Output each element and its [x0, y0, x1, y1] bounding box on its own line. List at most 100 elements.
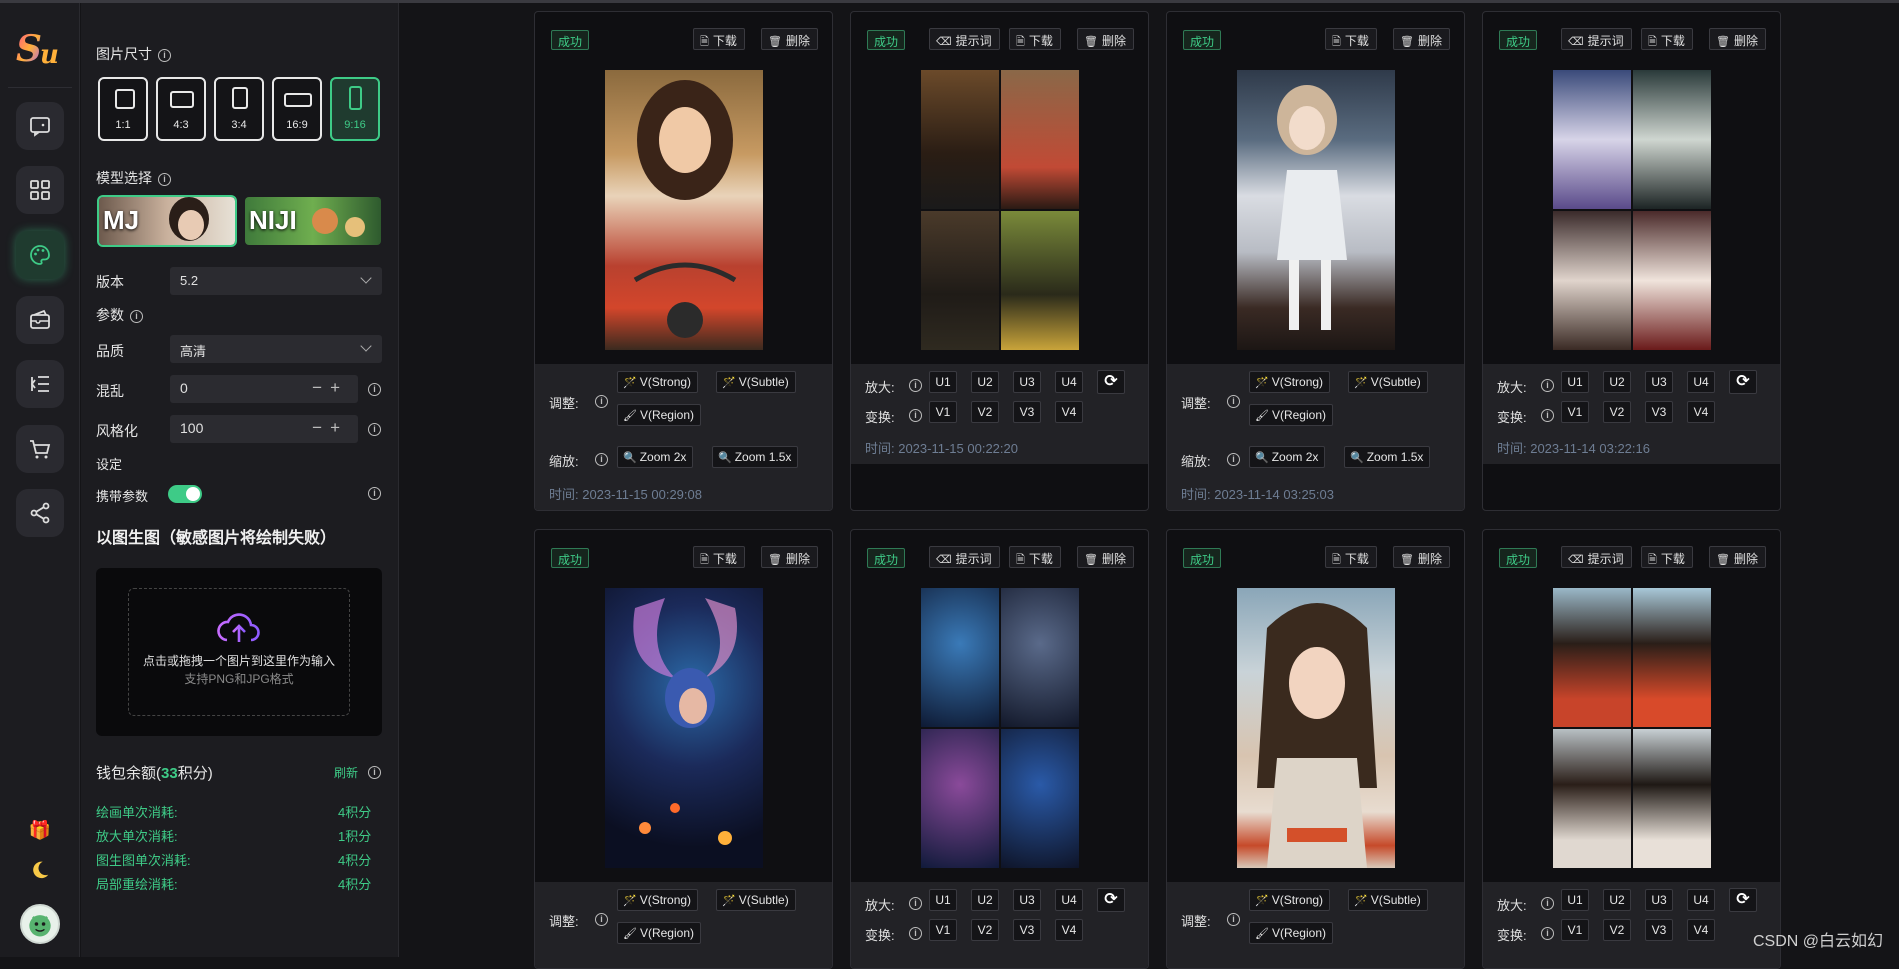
info-icon[interactable]: i — [1541, 927, 1554, 940]
reroll-button[interactable]: ⟳ — [1729, 370, 1757, 394]
v-subtle-button[interactable]: 🪄 V(Subtle) — [1348, 371, 1428, 393]
delete-button[interactable]: 🗑 删除 — [1709, 28, 1766, 50]
generated-image[interactable] — [605, 588, 763, 868]
u3-button[interactable]: U3 — [1645, 889, 1673, 911]
delete-button[interactable]: 🗑 删除 — [1393, 28, 1450, 50]
info-icon[interactable]: i — [158, 172, 171, 186]
v-region-button[interactable]: 🖌 V(Region) — [617, 922, 701, 944]
u4-button[interactable]: U4 — [1055, 889, 1083, 911]
model-niji-card[interactable]: NIJI — [245, 197, 381, 245]
chaos-stepper[interactable]: 0 −+ — [170, 375, 358, 403]
minus-plus-icon[interactable]: −+ — [312, 378, 348, 398]
info-icon[interactable]: i — [368, 383, 381, 396]
v4-button[interactable]: V4 — [1055, 919, 1083, 941]
u1-button[interactable]: U1 — [1561, 889, 1589, 911]
download-button[interactable]: 🗎 下载 — [1325, 28, 1377, 50]
v-strong-button[interactable]: 🪄 V(Strong) — [1249, 371, 1331, 393]
refresh-link[interactable]: 刷新 — [334, 764, 358, 781]
u4-button[interactable]: U4 — [1687, 889, 1715, 911]
app-logo[interactable]: S u — [14, 23, 66, 71]
info-icon[interactable]: i — [1541, 409, 1554, 422]
u2-button[interactable]: U2 — [1603, 889, 1631, 911]
user-avatar[interactable] — [20, 904, 60, 944]
v-subtle-button[interactable]: 🪄 V(Subtle) — [716, 371, 796, 393]
v-subtle-button[interactable]: 🪄 V(Subtle) — [716, 889, 796, 911]
generated-image[interactable] — [605, 70, 763, 350]
v-subtle-button[interactable]: 🪄 V(Subtle) — [1348, 889, 1428, 911]
download-button[interactable]: 🗎 下载 — [693, 546, 745, 568]
info-icon[interactable]: i — [130, 309, 143, 323]
u1-button[interactable]: U1 — [1561, 371, 1589, 393]
info-icon[interactable]: i — [909, 379, 922, 392]
u3-button[interactable]: U3 — [1645, 371, 1673, 393]
quality-select[interactable]: 高清 — [170, 335, 382, 363]
download-button[interactable]: 🗎 下载 — [693, 28, 745, 50]
model-mj-card[interactable]: MJ — [97, 195, 237, 247]
delete-button[interactable]: 🗑 删除 — [1393, 546, 1450, 568]
prompt-button[interactable]: ⌫ 提示词 — [929, 546, 1000, 568]
generated-image[interactable] — [1237, 70, 1395, 350]
v3-button[interactable]: V3 — [1645, 401, 1673, 423]
download-button[interactable]: 🗎 下载 — [1325, 546, 1377, 568]
v1-button[interactable]: V1 — [1561, 401, 1589, 423]
info-icon[interactable]: i — [595, 913, 608, 926]
v-region-button[interactable]: 🖌 V(Region) — [1249, 922, 1333, 944]
delete-button[interactable]: 🗑 删除 — [1709, 546, 1766, 568]
stylize-stepper[interactable]: 100 −+ — [170, 415, 358, 443]
u2-button[interactable]: U2 — [971, 371, 999, 393]
download-button[interactable]: 🗎 下载 — [1009, 28, 1061, 50]
ratio-9-16[interactable]: 9:16 — [330, 77, 380, 141]
u3-button[interactable]: U3 — [1013, 889, 1041, 911]
v1-button[interactable]: V1 — [929, 919, 957, 941]
info-icon[interactable]: i — [595, 395, 608, 408]
generated-image-grid[interactable] — [921, 70, 1079, 350]
download-button[interactable]: 🗎 下载 — [1641, 28, 1693, 50]
gift-icon[interactable]: 🎁 — [28, 818, 52, 842]
minus-plus-icon[interactable]: −+ — [312, 418, 348, 438]
info-icon[interactable]: i — [909, 897, 922, 910]
u4-button[interactable]: U4 — [1055, 371, 1083, 393]
apps-nav-button[interactable] — [16, 166, 64, 214]
info-icon[interactable]: i — [368, 766, 381, 779]
zoom-1-5x-button[interactable]: 🔍 Zoom 1.5x — [712, 446, 799, 468]
v3-button[interactable]: V3 — [1013, 919, 1041, 941]
v3-button[interactable]: V3 — [1013, 401, 1041, 423]
ratio-3-4[interactable]: 3:4 — [214, 77, 264, 141]
v2-button[interactable]: V2 — [971, 401, 999, 423]
delete-button[interactable]: 🗑 删除 — [1077, 28, 1134, 50]
download-button[interactable]: 🗎 下载 — [1641, 546, 1693, 568]
u1-button[interactable]: U1 — [929, 371, 957, 393]
u1-button[interactable]: U1 — [929, 889, 957, 911]
ratio-1-1[interactable]: 1:1 — [98, 77, 148, 141]
v1-button[interactable]: V1 — [929, 401, 957, 423]
info-icon[interactable]: i — [368, 487, 381, 500]
v-region-button[interactable]: 🖌 V(Region) — [617, 404, 701, 426]
u2-button[interactable]: U2 — [971, 889, 999, 911]
u2-button[interactable]: U2 — [1603, 371, 1631, 393]
v3-button[interactable]: V3 — [1645, 919, 1673, 941]
v-strong-button[interactable]: 🪄 V(Strong) — [617, 889, 699, 911]
generated-image[interactable] — [1237, 588, 1395, 868]
v4-button[interactable]: V4 — [1055, 401, 1083, 423]
menu-nav-button[interactable] — [16, 360, 64, 408]
info-icon[interactable]: i — [1227, 453, 1240, 466]
prompt-button[interactable]: ⌫ 提示词 — [1561, 28, 1632, 50]
v-strong-button[interactable]: 🪄 V(Strong) — [617, 371, 699, 393]
reroll-button[interactable]: ⟳ — [1729, 888, 1757, 912]
v-region-button[interactable]: 🖌 V(Region) — [1249, 404, 1333, 426]
draw-nav-button[interactable] — [16, 231, 64, 279]
info-icon[interactable]: i — [1227, 913, 1240, 926]
version-select[interactable]: 5.2 — [170, 267, 382, 295]
generated-image-grid[interactable] — [1553, 588, 1711, 868]
info-icon[interactable]: i — [158, 48, 171, 62]
info-icon[interactable]: i — [595, 453, 608, 466]
info-icon[interactable]: i — [909, 409, 922, 422]
delete-button[interactable]: 🗑 删除 — [761, 546, 818, 568]
image-upload-dropzone[interactable]: 点击或拖拽一个图片到这里作为输入 支持PNG和JPG格式 — [96, 568, 382, 736]
info-icon[interactable]: i — [1541, 379, 1554, 392]
carry-params-toggle[interactable] — [168, 485, 202, 503]
generated-image-grid[interactable] — [1553, 70, 1711, 350]
chat-nav-button[interactable] — [16, 102, 64, 150]
ratio-4-3[interactable]: 4:3 — [156, 77, 206, 141]
delete-button[interactable]: 🗑 删除 — [1077, 546, 1134, 568]
